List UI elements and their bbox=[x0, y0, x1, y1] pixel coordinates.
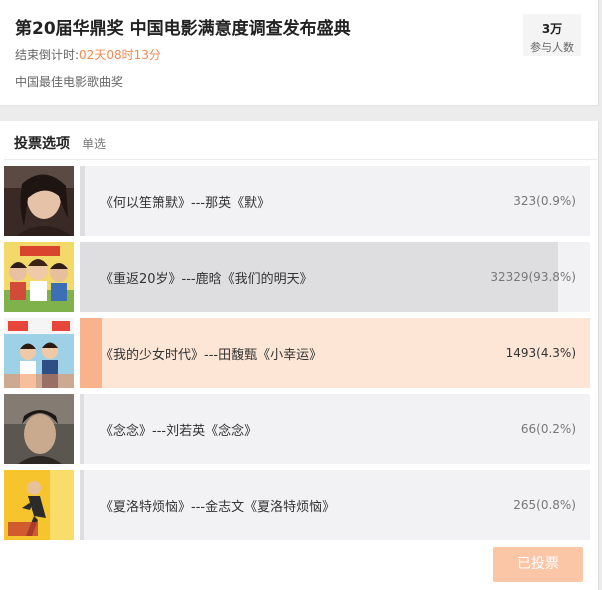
participants-label: 参与人数 bbox=[530, 41, 574, 54]
award-name: 中国最佳电影歌曲奖 bbox=[15, 75, 124, 89]
countdown-label: 结束倒计时: bbox=[15, 48, 80, 62]
poll-type: 单选 bbox=[82, 137, 107, 151]
poll-option[interactable]: 《念念》---刘若英《念念》 66(0.2%) bbox=[4, 394, 590, 464]
option-result: 1493(4.3%) bbox=[505, 346, 576, 360]
option-label: 《重返20岁》---鹿晗《我们的明天》 bbox=[100, 272, 313, 287]
page-title: 第20届华鼎奖 中国电影满意度调查发布盛典 bbox=[15, 19, 351, 39]
poll-panel: 投票选项 单选 《何以笙箫默》---那英《默》 323(0.9%) 《重返20岁… bbox=[0, 121, 599, 590]
option-thumbnail bbox=[4, 242, 74, 312]
poll-option[interactable]: 《夏洛特烦恼》---金志文《夏洛特烦恼》 265(0.8%) bbox=[4, 470, 590, 540]
poll-option-selected[interactable]: 《我的少女时代》---田馥甄《小幸运》 1493(4.3%) bbox=[4, 318, 590, 388]
option-label: 《何以笙箫默》---那英《默》 bbox=[100, 196, 271, 211]
option-result: 66(0.2%) bbox=[520, 422, 576, 436]
voted-button[interactable]: 已投票 bbox=[493, 547, 583, 582]
option-bar[interactable]: 《何以笙箫默》---那英《默》 323(0.9%) bbox=[80, 166, 590, 236]
option-label: 《夏洛特烦恼》---金志文《夏洛特烦恼》 bbox=[100, 500, 336, 515]
option-bar[interactable]: 《重返20岁》---鹿晗《我们的明天》 32329(93.8%) bbox=[80, 242, 590, 312]
result-fill bbox=[80, 318, 102, 388]
result-fill bbox=[80, 394, 84, 464]
divider bbox=[4, 159, 598, 160]
countdown: 结束倒计时:02天08时13分 bbox=[15, 46, 161, 63]
option-thumbnail bbox=[4, 166, 74, 236]
option-label: 《念念》---刘若英《念念》 bbox=[100, 424, 258, 439]
option-result: 323(0.9%) bbox=[513, 194, 576, 208]
option-label: 《我的少女时代》---田馥甄《小幸运》 bbox=[100, 348, 323, 363]
option-thumbnail bbox=[4, 394, 74, 464]
option-bar[interactable]: 《念念》---刘若英《念念》 66(0.2%) bbox=[80, 394, 590, 464]
participants-count: 3万 bbox=[541, 22, 563, 36]
result-fill bbox=[80, 166, 85, 236]
result-fill bbox=[80, 470, 84, 540]
participants-badge: 3万 参与人数 bbox=[523, 14, 581, 56]
option-result: 265(0.8%) bbox=[513, 498, 576, 512]
section-title: 投票选项 bbox=[14, 136, 70, 152]
option-thumbnail bbox=[4, 318, 74, 388]
option-bar[interactable]: 《夏洛特烦恼》---金志文《夏洛特烦恼》 265(0.8%) bbox=[80, 470, 590, 540]
poll-option[interactable]: 《何以笙箫默》---那英《默》 323(0.9%) bbox=[4, 166, 590, 236]
option-result: 32329(93.8%) bbox=[490, 270, 576, 284]
poll-header: 第20届华鼎奖 中国电影满意度调查发布盛典 结束倒计时:02天08时13分 中国… bbox=[0, 0, 599, 106]
countdown-value: 02天08时13分 bbox=[79, 48, 161, 62]
option-bar[interactable]: 《我的少女时代》---田馥甄《小幸运》 1493(4.3%) bbox=[80, 318, 590, 388]
poll-option[interactable]: 《重返20岁》---鹿晗《我们的明天》 32329(93.8%) bbox=[4, 242, 590, 312]
option-thumbnail bbox=[4, 470, 74, 540]
